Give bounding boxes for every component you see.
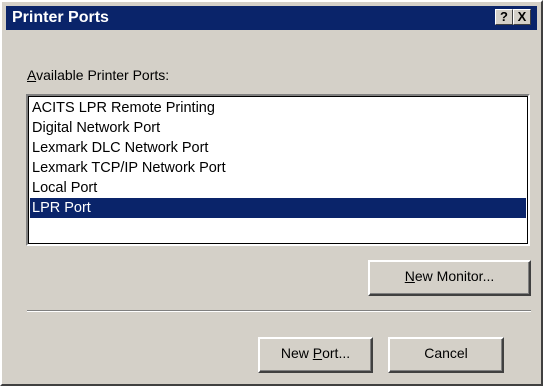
question-mark-icon: ?	[500, 9, 508, 24]
close-button[interactable]: X	[513, 9, 531, 25]
button-label: New	[280, 345, 313, 361]
list-item-selected[interactable]: LPR Port	[30, 198, 526, 218]
button-accelerator: N	[404, 268, 415, 284]
ports-listbox[interactable]: ACITS LPR Remote Printing Digital Networ…	[26, 94, 530, 246]
new-monitor-button[interactable]: New Monitor...	[368, 260, 531, 296]
list-item[interactable]: ACITS LPR Remote Printing	[30, 98, 526, 118]
printer-ports-dialog: Printer Ports ? X Available Printer Port…	[0, 0, 543, 386]
help-button[interactable]: ?	[495, 9, 513, 25]
list-item[interactable]: Local Port	[30, 178, 526, 198]
available-ports-label: Available Printer Ports:	[27, 66, 169, 84]
title-bar[interactable]: Printer Ports ? X	[6, 6, 537, 30]
separator	[27, 310, 531, 312]
button-label: ew Monitor...	[414, 268, 495, 284]
button-label: ort...	[322, 345, 351, 361]
window-title: Printer Ports	[12, 9, 109, 26]
list-item[interactable]: Lexmark DLC Network Port	[30, 138, 526, 158]
close-icon: X	[517, 9, 527, 24]
cancel-button[interactable]: Cancel	[388, 337, 504, 373]
label-text: vailable Printer Ports:	[36, 67, 170, 83]
label-accelerator: A	[27, 67, 37, 83]
ports-list: ACITS LPR Remote Printing Digital Networ…	[30, 98, 526, 218]
list-item[interactable]: Digital Network Port	[30, 118, 526, 138]
new-port-button[interactable]: New Port...	[258, 337, 373, 373]
button-accelerator: P	[312, 345, 323, 361]
list-item[interactable]: Lexmark TCP/IP Network Port	[30, 158, 526, 178]
